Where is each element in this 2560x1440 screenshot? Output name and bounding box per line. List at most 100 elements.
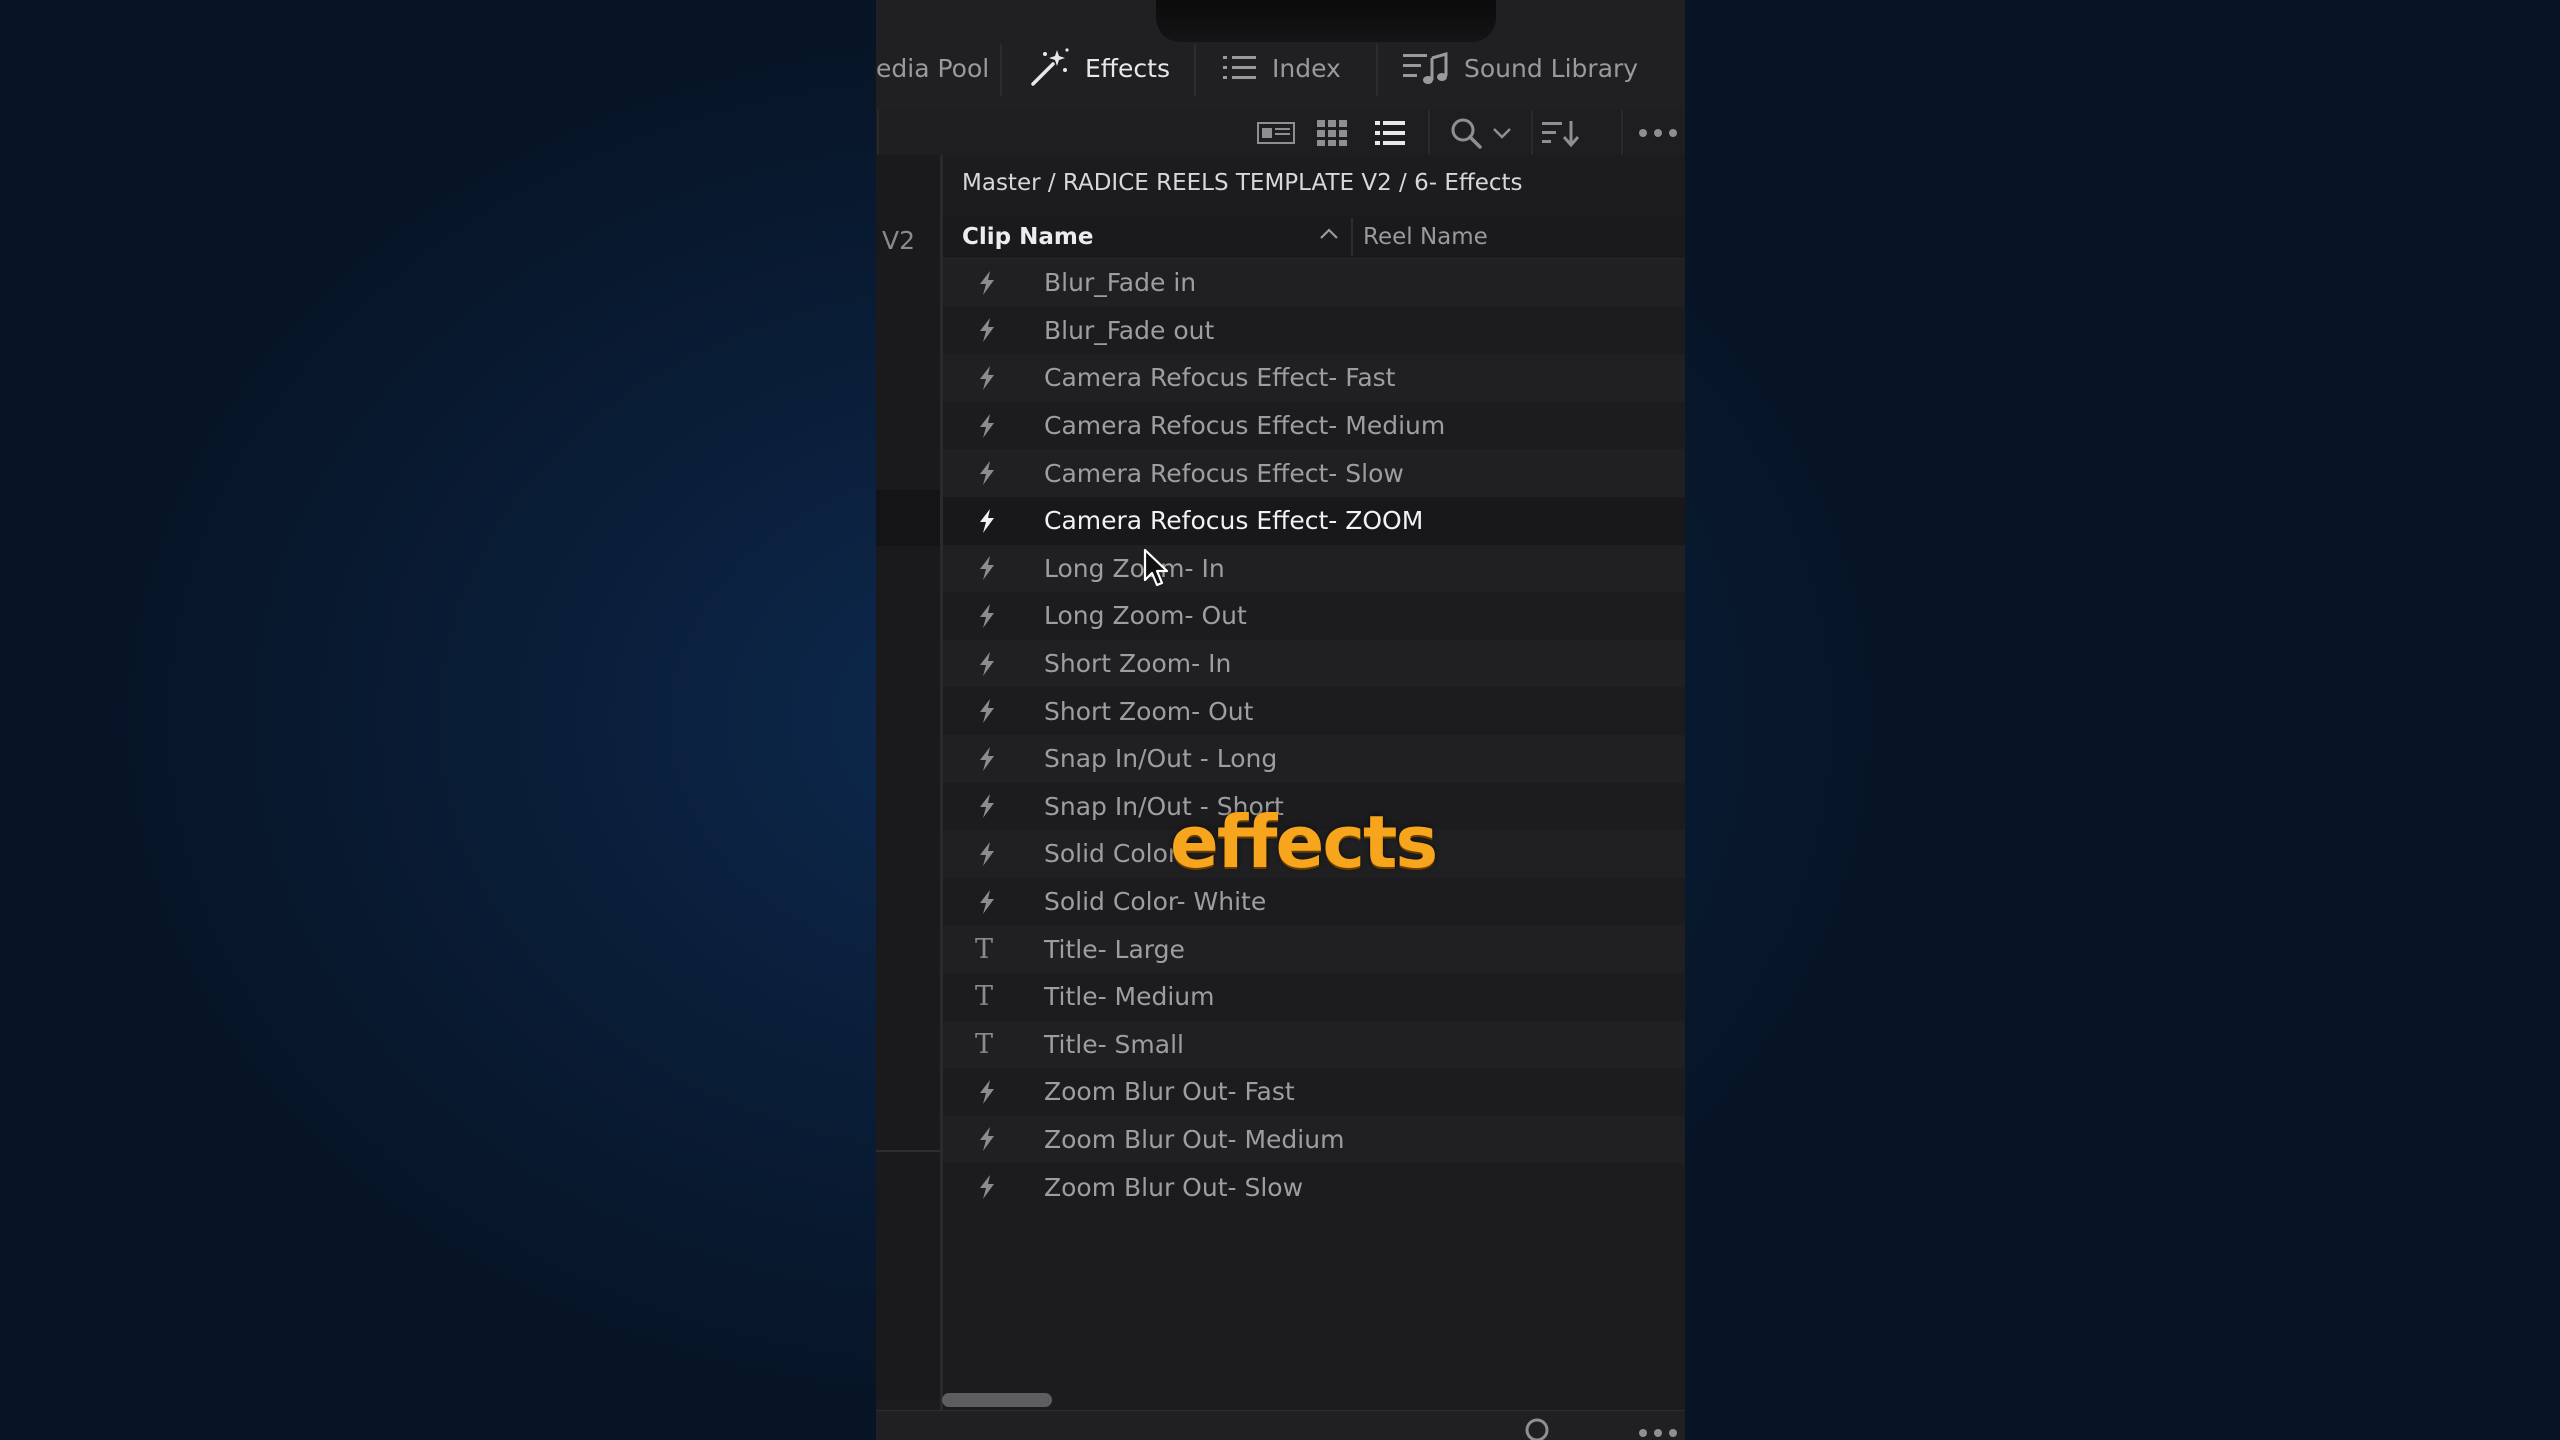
horizontal-scrollbar[interactable]	[942, 1393, 1052, 1407]
effect-icon	[977, 1116, 997, 1164]
title-icon: T	[975, 933, 994, 965]
effect-icon	[977, 1068, 997, 1116]
effect-icon	[977, 640, 997, 688]
tab-index[interactable]: Index	[1222, 48, 1341, 88]
sort-ascending-icon[interactable]	[1319, 226, 1339, 245]
list-icon	[1222, 53, 1258, 83]
column-header-reel-name[interactable]: Reel Name	[1363, 224, 1488, 250]
tab-divider	[1376, 44, 1378, 96]
table-row[interactable]: Snap In/Out - Long	[943, 734, 1685, 783]
filmstrip-view-icon[interactable]	[1256, 116, 1296, 150]
sort-icon[interactable]	[1540, 116, 1582, 150]
breadcrumb[interactable]: Master / RADICE REELS TEMPLATE V2 / 6- E…	[962, 170, 1523, 196]
effect-icon	[977, 687, 997, 735]
table-row[interactable]: T Title- Medium	[943, 972, 1685, 1021]
tab-sound-library-label: Sound Library	[1464, 53, 1639, 83]
clip-name: Blur_Fade in	[1044, 268, 1197, 298]
effect-icon	[977, 735, 997, 783]
clip-name: Short Zoom- Out	[1044, 696, 1254, 726]
clip-name: Title- Large	[1044, 934, 1185, 964]
table-row[interactable]: Long Zoom- In	[943, 544, 1685, 593]
tab-index-label: Index	[1272, 53, 1341, 83]
table-row[interactable]: Blur_Fade in	[943, 259, 1685, 307]
more-options-icon[interactable]	[1638, 1423, 1678, 1440]
effect-icon	[977, 830, 997, 878]
clip-name: Short Zoom- In	[1044, 649, 1232, 679]
effect-icon	[977, 592, 997, 640]
title-icon: T	[975, 981, 994, 1013]
tab-sound-library[interactable]: Sound Library	[1402, 48, 1638, 88]
grid-view-icon[interactable]	[1314, 116, 1350, 150]
search-icon[interactable]	[1448, 116, 1484, 150]
clip-name: Solid Color- White	[1044, 887, 1267, 917]
clip-name: Zoom Blur Out- Medium	[1044, 1124, 1345, 1154]
list-view-icon[interactable]	[1372, 116, 1408, 150]
more-options-icon[interactable]	[1638, 116, 1678, 150]
selected-bin-highlight[interactable]	[876, 490, 940, 546]
music-note-icon	[1402, 50, 1450, 86]
clip-name: Solid Color-	[1044, 839, 1186, 869]
clip-name: Long Zoom- In	[1044, 553, 1225, 583]
panel-divider	[876, 1150, 940, 1152]
clip-name: Title- Medium	[1044, 982, 1215, 1012]
clip-name: Blur_Fade out	[1044, 315, 1215, 345]
clip-name: Snap In/Out - Long	[1044, 744, 1278, 774]
toolbar-separator	[1621, 110, 1623, 155]
panel-tab-bar: edia Pool Effects Index Sound Library	[876, 0, 1685, 110]
notch-shadow	[1156, 0, 1496, 42]
clip-name: Camera Refocus Effect- Medium	[1044, 411, 1446, 441]
clip-list: Blur_Fade in Blur_Fade out Camera Refocus …	[943, 259, 1685, 1211]
table-row[interactable]: Blur_Fade out	[943, 306, 1685, 355]
effect-icon	[977, 1163, 997, 1211]
table-header: Clip Name Reel Name	[943, 216, 1685, 259]
table-row[interactable]: Camera Refocus Effect- ZOOM	[943, 496, 1685, 545]
clip-name: Zoom Blur Out- Fast	[1044, 1077, 1295, 1107]
clip-name: Camera Refocus Effect- ZOOM	[1044, 506, 1424, 536]
clip-name: Title- Small	[1044, 1029, 1184, 1059]
effect-icon	[977, 259, 997, 307]
table-row[interactable]: T Title- Large	[943, 925, 1685, 973]
bin-list-panel: V2	[876, 155, 940, 1400]
tab-divider	[1000, 44, 1002, 96]
clip-name: Camera Refocus Effect- Fast	[1044, 363, 1396, 393]
toolbar-separator	[1428, 110, 1430, 155]
magic-wand-icon	[1027, 46, 1071, 90]
toolbar-separator	[1531, 110, 1533, 155]
column-header-clip-name[interactable]: Clip Name	[962, 224, 1093, 250]
table-row[interactable]: Solid Color- White	[943, 877, 1685, 926]
table-row[interactable]: Long Zoom- Out	[943, 592, 1685, 640]
table-row[interactable]: Camera Refocus Effect- Slow	[943, 449, 1685, 497]
table-row[interactable]: Camera Refocus Effect- Fast	[943, 354, 1685, 402]
effect-icon	[977, 402, 997, 450]
chevron-down-icon[interactable]	[1490, 116, 1514, 150]
mouse-cursor-icon	[1143, 548, 1171, 592]
clip-name: Zoom Blur Out- Slow	[1044, 1172, 1304, 1202]
table-row[interactable]: Zoom Blur Out- Slow	[943, 1163, 1685, 1211]
title-icon: T	[975, 1028, 994, 1060]
tab-effects[interactable]: Effects	[1027, 48, 1170, 88]
effect-icon	[977, 449, 997, 497]
video-caption: effects	[1170, 800, 1438, 884]
table-row[interactable]: Zoom Blur Out- Fast	[943, 1068, 1685, 1116]
effect-icon	[977, 783, 997, 831]
table-row[interactable]: Camera Refocus Effect- Medium	[943, 401, 1685, 450]
table-row[interactable]: Short Zoom- In	[943, 639, 1685, 688]
track-label: V2	[882, 226, 916, 255]
tab-media-pool-label: edia Pool	[876, 53, 990, 83]
column-resize-handle[interactable]	[1351, 218, 1353, 256]
clip-name: Long Zoom- Out	[1044, 601, 1247, 631]
effect-icon	[977, 354, 997, 402]
search-icon[interactable]	[1524, 1417, 1554, 1440]
effect-icon	[977, 497, 997, 545]
tab-media-pool[interactable]: edia Pool	[876, 48, 989, 88]
tab-divider	[1194, 44, 1196, 96]
bottom-bar	[876, 1410, 1685, 1440]
effect-icon	[977, 545, 997, 593]
effect-icon	[977, 878, 997, 926]
effect-icon	[977, 307, 997, 355]
table-row[interactable]: T Title- Small	[943, 1020, 1685, 1069]
resolve-window: edia Pool Effects Index Sound Library V2…	[876, 0, 1685, 1440]
toolbar-separator	[877, 110, 879, 155]
table-row[interactable]: Short Zoom- Out	[943, 687, 1685, 735]
table-row[interactable]: Zoom Blur Out- Medium	[943, 1115, 1685, 1164]
